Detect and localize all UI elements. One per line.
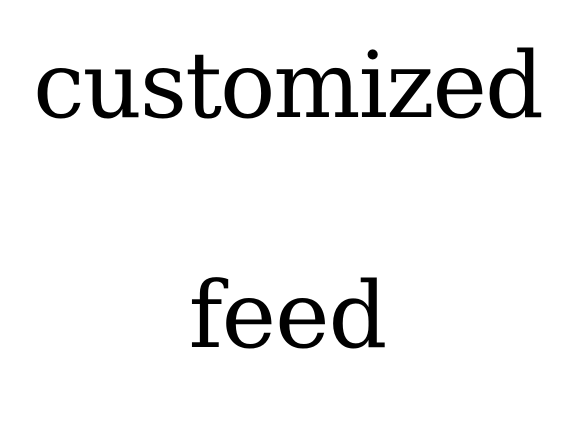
headline-word-feed: feed <box>188 262 388 369</box>
page-canvas: customized feed <box>0 0 575 433</box>
headline-word-customized: customized <box>33 32 544 139</box>
